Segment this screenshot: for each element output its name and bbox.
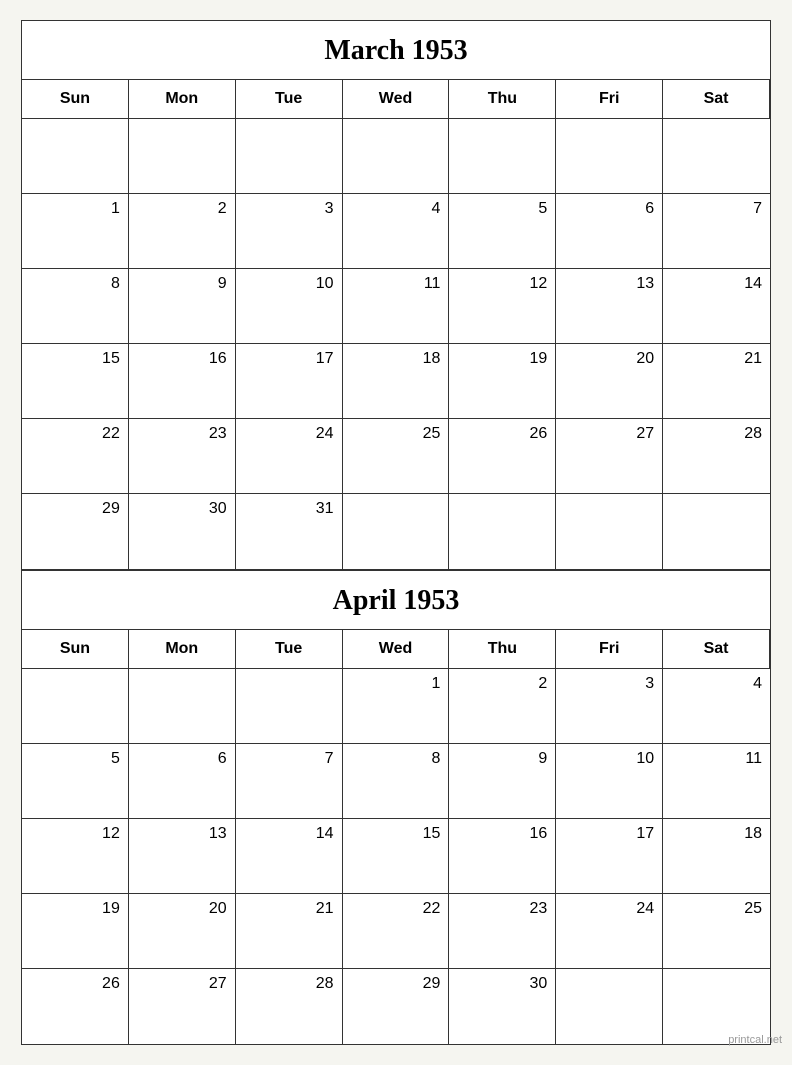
day-cell-empty	[236, 669, 343, 744]
day-cell-27: 27	[129, 969, 236, 1044]
day-cell-empty	[449, 119, 556, 194]
header-sun: Sun	[22, 630, 129, 669]
day-cell-empty	[663, 969, 770, 1044]
day-cell-5: 5	[449, 194, 556, 269]
day-cell-14: 14	[663, 269, 770, 344]
calendar-title-march-1953: March 1953	[22, 21, 770, 80]
day-cell-9: 9	[449, 744, 556, 819]
day-cell-29: 29	[343, 969, 450, 1044]
day-cell-16: 16	[129, 344, 236, 419]
calendar-april-1953: April 1953SunMonTueWedThuFriSat123456789…	[21, 570, 771, 1045]
header-fri: Fri	[556, 80, 663, 119]
day-cell-15: 15	[22, 344, 129, 419]
calendar-grid-march-1953: SunMonTueWedThuFriSat1234567891011121314…	[22, 80, 770, 569]
header-tue: Tue	[236, 80, 343, 119]
day-cell-24: 24	[556, 894, 663, 969]
day-cell-18: 18	[343, 344, 450, 419]
day-cell-22: 22	[22, 419, 129, 494]
header-thu: Thu	[449, 630, 556, 669]
day-cell-empty	[129, 119, 236, 194]
day-cell-28: 28	[663, 419, 770, 494]
day-cell-empty	[343, 119, 450, 194]
day-cell-20: 20	[556, 344, 663, 419]
day-cell-3: 3	[236, 194, 343, 269]
day-cell-6: 6	[129, 744, 236, 819]
day-cell-13: 13	[129, 819, 236, 894]
day-cell-8: 8	[22, 269, 129, 344]
day-cell-4: 4	[663, 669, 770, 744]
day-cell-empty	[236, 119, 343, 194]
header-sat: Sat	[663, 630, 770, 669]
day-cell-11: 11	[343, 269, 450, 344]
day-cell-25: 25	[663, 894, 770, 969]
header-wed: Wed	[343, 80, 450, 119]
day-cell-1: 1	[22, 194, 129, 269]
day-cell-empty	[556, 119, 663, 194]
calendar-march-1953: March 1953SunMonTueWedThuFriSat123456789…	[21, 20, 771, 570]
day-cell-empty	[556, 969, 663, 1044]
watermark: printcal.net	[728, 1034, 782, 1046]
day-cell-17: 17	[556, 819, 663, 894]
day-cell-16: 16	[449, 819, 556, 894]
day-cell-29: 29	[22, 494, 129, 569]
header-mon: Mon	[129, 80, 236, 119]
day-cell-26: 26	[449, 419, 556, 494]
day-cell-2: 2	[129, 194, 236, 269]
day-cell-12: 12	[449, 269, 556, 344]
day-cell-empty	[22, 119, 129, 194]
day-cell-17: 17	[236, 344, 343, 419]
calendar-title-april-1953: April 1953	[22, 571, 770, 630]
day-cell-25: 25	[343, 419, 450, 494]
day-cell-6: 6	[556, 194, 663, 269]
day-cell-empty	[556, 494, 663, 569]
day-cell-20: 20	[129, 894, 236, 969]
day-cell-empty	[663, 119, 770, 194]
day-cell-10: 10	[556, 744, 663, 819]
day-cell-13: 13	[556, 269, 663, 344]
header-mon: Mon	[129, 630, 236, 669]
day-cell-4: 4	[343, 194, 450, 269]
day-cell-18: 18	[663, 819, 770, 894]
day-cell-27: 27	[556, 419, 663, 494]
calendar-grid-april-1953: SunMonTueWedThuFriSat1234567891011121314…	[22, 630, 770, 1044]
header-fri: Fri	[556, 630, 663, 669]
header-thu: Thu	[449, 80, 556, 119]
day-cell-12: 12	[22, 819, 129, 894]
day-cell-1: 1	[343, 669, 450, 744]
header-wed: Wed	[343, 630, 450, 669]
day-cell-23: 23	[129, 419, 236, 494]
day-cell-7: 7	[663, 194, 770, 269]
day-cell-21: 21	[663, 344, 770, 419]
day-cell-30: 30	[129, 494, 236, 569]
day-cell-9: 9	[129, 269, 236, 344]
day-cell-empty	[343, 494, 450, 569]
header-tue: Tue	[236, 630, 343, 669]
header-sun: Sun	[22, 80, 129, 119]
header-sat: Sat	[663, 80, 770, 119]
day-cell-23: 23	[449, 894, 556, 969]
day-cell-21: 21	[236, 894, 343, 969]
day-cell-10: 10	[236, 269, 343, 344]
day-cell-19: 19	[449, 344, 556, 419]
day-cell-14: 14	[236, 819, 343, 894]
day-cell-empty	[663, 494, 770, 569]
day-cell-30: 30	[449, 969, 556, 1044]
day-cell-8: 8	[343, 744, 450, 819]
day-cell-15: 15	[343, 819, 450, 894]
day-cell-31: 31	[236, 494, 343, 569]
day-cell-28: 28	[236, 969, 343, 1044]
day-cell-19: 19	[22, 894, 129, 969]
day-cell-3: 3	[556, 669, 663, 744]
day-cell-11: 11	[663, 744, 770, 819]
day-cell-22: 22	[343, 894, 450, 969]
day-cell-5: 5	[22, 744, 129, 819]
day-cell-7: 7	[236, 744, 343, 819]
day-cell-empty	[129, 669, 236, 744]
day-cell-empty	[449, 494, 556, 569]
day-cell-26: 26	[22, 969, 129, 1044]
day-cell-24: 24	[236, 419, 343, 494]
day-cell-empty	[22, 669, 129, 744]
day-cell-2: 2	[449, 669, 556, 744]
